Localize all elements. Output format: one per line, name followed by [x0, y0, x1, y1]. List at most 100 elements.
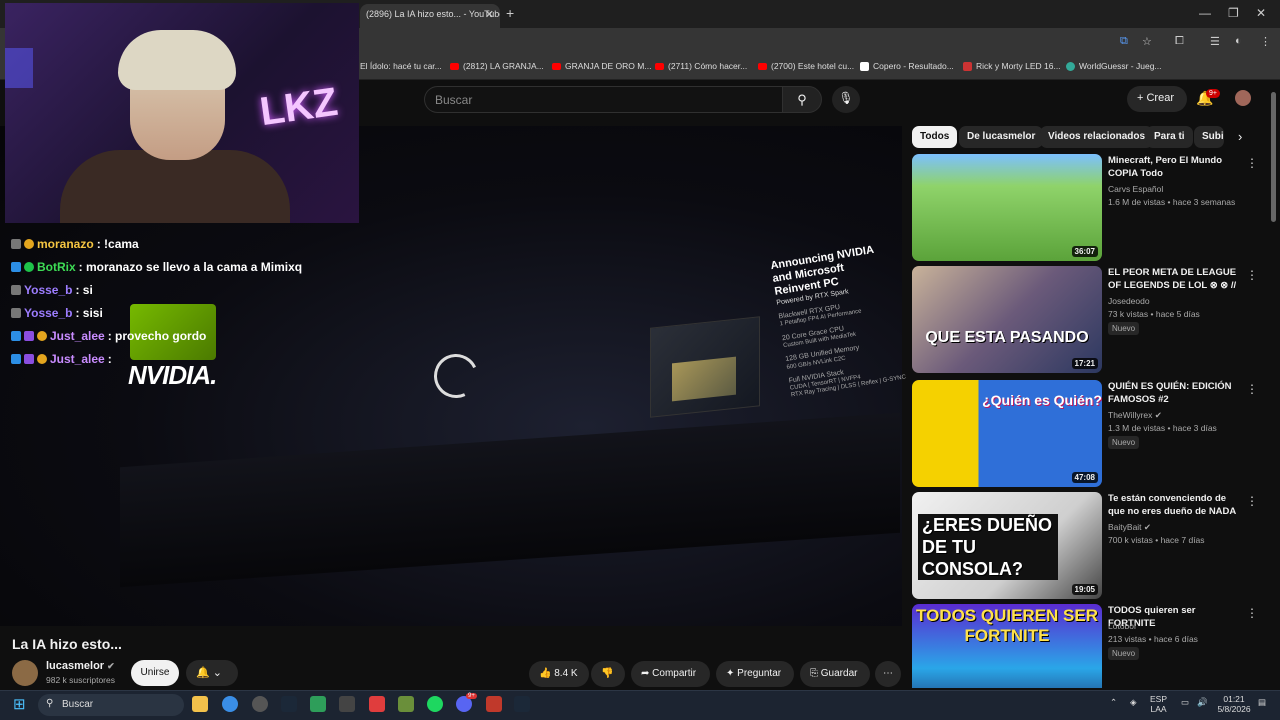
bookmark-star-icon[interactable]: ☆ [1142, 35, 1152, 48]
recommended-video[interactable]: QUE ESTA PASANDO 17:21 EL PEOR META DE L… [912, 266, 1272, 374]
dislike-button[interactable]: 👎 [591, 661, 625, 687]
menu-dots-icon[interactable]: ⋮ [1260, 35, 1271, 48]
recommended-meta: 213 vistas • hace 6 días [1108, 634, 1198, 644]
thumbs-up-icon: 👍 [539, 668, 555, 679]
channel-name[interactable]: lucasmelor ✔ [46, 660, 115, 672]
webcam-light [5, 48, 33, 88]
app-icon[interactable] [339, 696, 355, 712]
translate-icon[interactable]: ⧉ [1120, 35, 1128, 48]
voice-search-button[interactable]: 🎙 [832, 86, 860, 113]
chip-videos-relacionados[interactable]: Videos relacionados [1040, 126, 1154, 148]
notification-center-icon[interactable]: ▤ [1258, 697, 1266, 707]
more-options-icon[interactable]: ⋮ [1246, 494, 1258, 508]
new-tab-button[interactable]: + [506, 5, 514, 21]
recommended-video[interactable]: ¿Quién es Quién? 47:08 QUIÉN ES QUIÉN: E… [912, 380, 1272, 488]
chevron-right-icon[interactable]: › [1238, 129, 1242, 144]
recommended-title[interactable]: Te están convenciendo de que no eres due… [1108, 492, 1238, 518]
file-explorer-icon[interactable] [192, 696, 208, 712]
minimize-icon[interactable]: — [1199, 6, 1211, 20]
channel-avatar[interactable] [12, 660, 38, 686]
more-options-icon[interactable]: ⋮ [1246, 382, 1258, 396]
bookmark-item[interactable]: WorldGuessr - Jueg... [1066, 61, 1162, 71]
recommended-video[interactable]: 36:07 Minecraft, Pero El Mundo COPIA Tod… [912, 154, 1272, 262]
share-button[interactable]: ➦ Compartir [631, 661, 710, 687]
recommended-title[interactable]: EL PEOR META DE LEAGUE OF LEGENDS DE LOL… [1108, 266, 1238, 294]
youtube-icon [758, 62, 767, 70]
bookmark-item[interactable]: El Ídolo: hacé tu car... [360, 61, 442, 71]
chrome-icon[interactable] [222, 696, 238, 712]
search-button[interactable]: ⚲ [782, 86, 822, 113]
save-button[interactable]: ⎘ Guardar [800, 661, 870, 687]
ask-button[interactable]: ✦ Preguntar [716, 661, 794, 687]
bookmark-item[interactable]: (2711) Cómo hacer... [655, 61, 747, 71]
recommended-video[interactable]: ¿ERES DUEÑO DE TU CONSOLA? 19:05 Te está… [912, 492, 1272, 600]
app-icon[interactable] [310, 696, 326, 712]
recommended-channel[interactable]: Josedeodo [1108, 296, 1150, 306]
page-scrollbar[interactable] [1271, 92, 1276, 222]
chip-para-ti[interactable]: Para ti [1146, 126, 1193, 148]
close-tab-icon[interactable]: ✕ [485, 8, 494, 21]
recommended-channel[interactable]: Carvs Español [1108, 184, 1163, 194]
copero-icon [860, 61, 869, 71]
recommended-video[interactable]: TODOS QUIEREN SER FORTNITE TODOS quieren… [912, 604, 1272, 688]
bookmark-item[interactable]: GRANJA DE ORO M... [552, 61, 651, 71]
bookmark-item[interactable]: Rick y Morty LED 16... [963, 61, 1061, 71]
badge-icon [11, 262, 21, 272]
clock[interactable]: 01:21 5/8/2026 [1216, 694, 1252, 714]
reading-list-icon[interactable]: ☰ [1210, 35, 1220, 48]
chip-de-lucasmelor[interactable]: De lucasmelor [959, 126, 1044, 148]
video-thumbnail[interactable]: TODOS QUIEREN SER FORTNITE [912, 604, 1102, 688]
bookmark-item[interactable]: Copero - Resultado... [860, 61, 954, 71]
search-input[interactable]: Buscar [424, 86, 782, 113]
close-window-icon[interactable]: ✕ [1256, 6, 1266, 20]
more-options-icon[interactable]: ⋮ [1246, 268, 1258, 282]
volume-icon[interactable]: 🔊 [1197, 697, 1208, 707]
chip-subidos[interactable]: Subi [1194, 126, 1224, 148]
more-actions-button[interactable]: ⋯ [875, 661, 901, 687]
browser-tab[interactable]: (2896) La IA hizo esto... - YouTube ✕ [360, 4, 500, 28]
recommended-title[interactable]: Minecraft, Pero El Mundo COPIA Todo [1108, 154, 1238, 180]
windows-start-icon[interactable]: ⊞ [13, 695, 26, 713]
recommended-channel[interactable]: Lotoboi [1108, 621, 1136, 631]
profile-icon[interactable]: ◐ [1235, 35, 1242, 47]
subscription-bell-button[interactable]: 🔔 ⌄ [186, 660, 238, 686]
more-options-icon[interactable]: ⋮ [1246, 156, 1258, 170]
create-button[interactable]: + Crear [1127, 86, 1187, 112]
verified-icon: ✔ [1143, 522, 1152, 532]
video-thumbnail[interactable]: QUE ESTA PASANDO 17:21 [912, 266, 1102, 373]
like-button[interactable]: 👍 8.4 K [529, 661, 589, 687]
bookmark-item[interactable]: (2812) LA GRANJA... [450, 61, 544, 71]
language-indicator[interactable]: ESP LAA [1150, 694, 1167, 714]
app-icon[interactable] [252, 696, 268, 712]
thumbs-down-icon: 👎 [601, 668, 614, 679]
taskbar-search[interactable]: ⚲ Buscar [38, 694, 184, 716]
app-icon[interactable] [486, 696, 502, 712]
more-options-icon[interactable]: ⋮ [1246, 606, 1258, 620]
app-icon[interactable] [398, 696, 414, 712]
account-avatar[interactable] [1235, 90, 1251, 106]
chip-todos[interactable]: Todos [912, 126, 958, 148]
bookmark-item[interactable]: (2700) Este hotel cu... [758, 61, 854, 71]
recommended-channel[interactable]: BaityBait ✔ [1108, 522, 1151, 533]
network-icon[interactable]: ▭ [1181, 697, 1189, 707]
more-dots-icon: ⋯ [883, 668, 893, 679]
video-thumbnail[interactable]: ¿Quién es Quién? 47:08 [912, 380, 1102, 487]
recommended-channel[interactable]: TheWillyrex ✔ [1108, 410, 1162, 421]
tray-chevron-icon[interactable]: ⌃ [1110, 697, 1117, 707]
recommended-title[interactable]: QUIÉN ES QUIÉN: EDICIÓN FAMOSOS #2 [1108, 380, 1238, 406]
duration-badge: 36:07 [1071, 246, 1098, 257]
steam-icon[interactable] [281, 696, 297, 712]
video-thumbnail[interactable]: 36:07 [912, 154, 1102, 261]
announcement-panel: Announcing NVIDIA and Microsoft Reinvent… [769, 243, 907, 399]
spotify-icon[interactable] [427, 696, 443, 712]
join-button[interactable]: Unirse [131, 660, 179, 686]
badge-icon [24, 354, 34, 364]
chat-message: Yosse_b: sisi [11, 306, 103, 320]
tray-app-icon[interactable]: ◈ [1130, 697, 1137, 707]
video-thumbnail[interactable]: ¿ERES DUEÑO DE TU CONSOLA? 19:05 [912, 492, 1102, 599]
steam-icon[interactable] [514, 696, 530, 712]
extensions-icon[interactable]: ⧠ [1175, 35, 1184, 48]
app-icon[interactable] [369, 696, 385, 712]
share-icon: ➦ [641, 668, 653, 679]
maximize-icon[interactable]: ❐ [1228, 6, 1239, 20]
